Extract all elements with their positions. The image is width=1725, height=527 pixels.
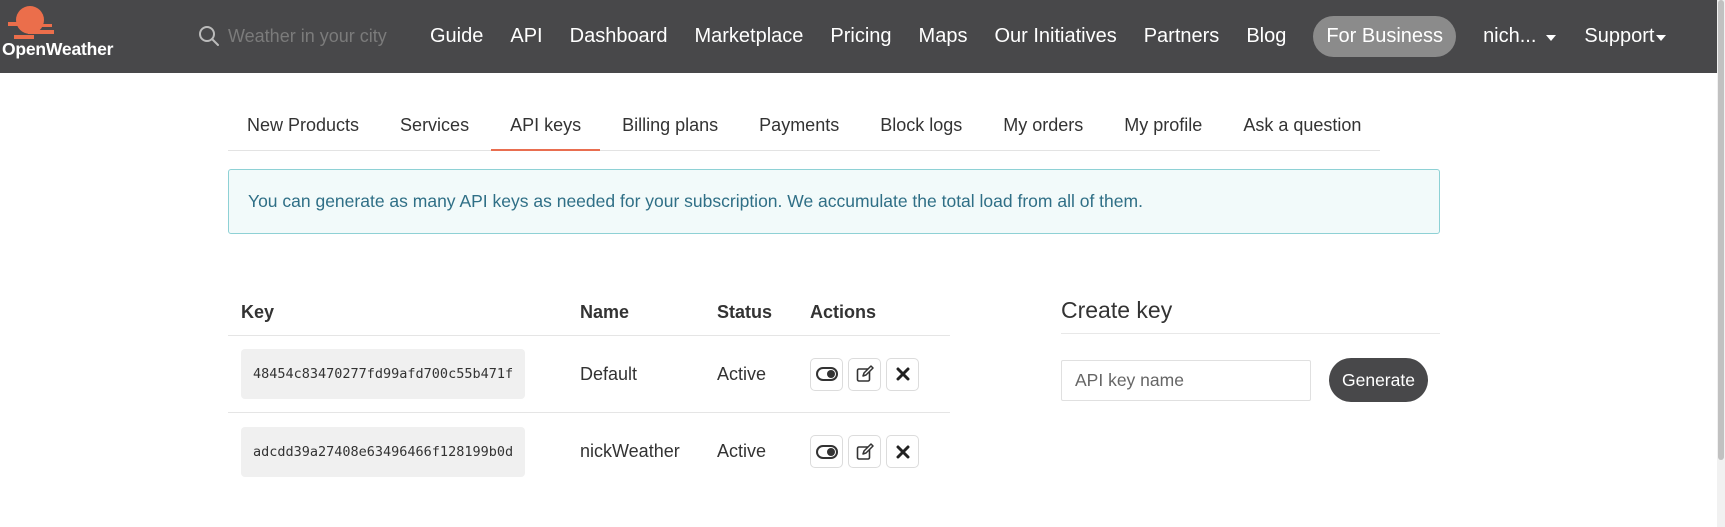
column-header-status: Status: [717, 302, 773, 322]
sun-logo-icon: [8, 6, 54, 39]
table-row: 48454c83470277fd99afd700c55b471f Default…: [228, 336, 950, 413]
api-key-value[interactable]: 48454c83470277fd99afd700c55b471f: [241, 349, 526, 399]
nav-partners[interactable]: Partners: [1144, 25, 1220, 48]
for-business-button[interactable]: For Business: [1313, 15, 1457, 57]
account-tabs: New Products Services API keys Billing p…: [228, 101, 1381, 151]
close-icon: [896, 367, 909, 381]
tab-new-products[interactable]: New Products: [228, 101, 379, 151]
logo-text: OpenWeather: [2, 39, 114, 59]
key-cell: adcdd39a27408e63496466f128199b0d: [228, 426, 580, 477]
user-name: nich...: [1483, 24, 1537, 47]
chevron-down-icon: [1656, 34, 1667, 41]
close-icon: [896, 445, 909, 458]
key-status: Active: [717, 441, 767, 461]
tab-api-keys[interactable]: API keys: [491, 101, 601, 151]
tab-my-orders[interactable]: My orders: [984, 101, 1103, 151]
tab-billing-plans[interactable]: Billing plans: [603, 101, 738, 151]
key-actions: [810, 435, 950, 468]
search-input[interactable]: [228, 25, 418, 47]
key-actions: [810, 357, 950, 391]
support-menu[interactable]: Support: [1584, 24, 1667, 48]
nav-api[interactable]: API: [510, 25, 542, 48]
key-cell: 48454c83470277fd99afd700c55b471f: [228, 349, 580, 399]
table-header: Key Name Status Actions: [228, 290, 950, 336]
key-name: nickWeather: [580, 441, 680, 461]
nav-our-initiatives[interactable]: Our Initiatives: [994, 25, 1116, 48]
toggle-icon: [815, 367, 838, 381]
create-key-panel: Create key Generate: [1061, 288, 1440, 402]
chevron-down-icon: [1546, 34, 1557, 41]
alert-text: You can generate as many API keys as nee…: [248, 191, 1143, 211]
page-scrollbar[interactable]: [1717, 0, 1725, 527]
tab-ask-a-question[interactable]: Ask a question: [1224, 101, 1381, 151]
nav-dashboard[interactable]: Dashboard: [570, 25, 668, 48]
create-key-form: Generate: [1061, 358, 1440, 402]
main-nav: Guide API Dashboard Marketplace Pricing …: [430, 10, 1667, 62]
nav-guide[interactable]: Guide: [430, 25, 483, 48]
column-header-actions: Actions: [810, 302, 877, 322]
tab-block-logs[interactable]: Block logs: [861, 101, 982, 151]
key-name: Default: [580, 363, 638, 384]
edit-key-button[interactable]: [848, 357, 881, 391]
key-status: Active: [717, 363, 767, 384]
edit-key-button[interactable]: [848, 435, 881, 468]
api-key-name-input[interactable]: [1061, 359, 1311, 401]
user-menu[interactable]: nich...: [1483, 24, 1557, 48]
toggle-key-button[interactable]: [810, 357, 843, 391]
api-key-value[interactable]: adcdd39a27408e63496466f128199b0d: [241, 426, 526, 477]
search-icon: [199, 26, 219, 46]
scrollbar-thumb[interactable]: [1718, 0, 1724, 460]
support-label: Support: [1584, 24, 1655, 47]
tab-my-profile[interactable]: My profile: [1105, 101, 1222, 151]
edit-icon: [856, 365, 874, 382]
tab-payments[interactable]: Payments: [740, 101, 859, 151]
tab-services[interactable]: Services: [381, 101, 489, 151]
edit-icon: [856, 442, 874, 460]
search-bar[interactable]: [198, 18, 418, 54]
openweather-logo[interactable]: OpenWeather: [2, 6, 124, 66]
api-keys-table: Key Name Status Actions 48454c83470277fd…: [228, 290, 950, 490]
info-alert: You can generate as many API keys as nee…: [228, 169, 1440, 234]
table-row: adcdd39a27408e63496466f128199b0d nickWea…: [228, 413, 950, 490]
column-header-name: Name: [580, 302, 630, 322]
delete-key-button[interactable]: [886, 357, 919, 391]
nav-blog[interactable]: Blog: [1246, 25, 1286, 48]
nav-maps[interactable]: Maps: [919, 25, 968, 48]
nav-pricing[interactable]: Pricing: [830, 25, 891, 48]
column-header-key: Key: [241, 302, 275, 322]
toggle-icon: [815, 444, 838, 459]
generate-button[interactable]: Generate: [1329, 358, 1428, 402]
nav-marketplace[interactable]: Marketplace: [694, 25, 803, 48]
toggle-key-button[interactable]: [810, 435, 843, 468]
top-navbar: OpenWeather Guide API Dashboard Marketpl…: [0, 0, 1725, 73]
create-key-title: Create key: [1061, 288, 1440, 334]
delete-key-button[interactable]: [886, 435, 919, 468]
